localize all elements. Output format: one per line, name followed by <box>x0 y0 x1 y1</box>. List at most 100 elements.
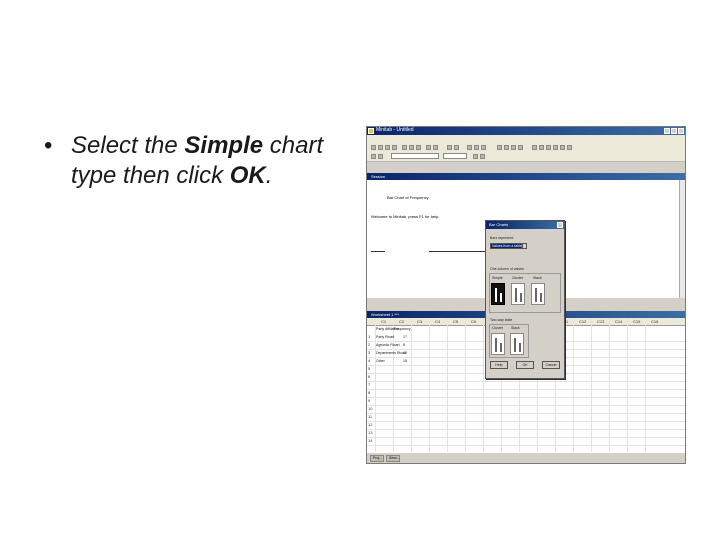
grid-line <box>367 429 685 430</box>
table-cell[interactable]: Departments Ricart <box>376 351 406 355</box>
bars-represent-label: Bars represent: <box>490 236 514 240</box>
cancel-button[interactable]: Cancel <box>542 361 560 369</box>
toolbar-icon[interactable] <box>497 145 502 150</box>
chevron-down-icon[interactable] <box>522 243 527 249</box>
table-cell[interactable]: 12 <box>403 351 407 355</box>
column-header[interactable]: C2 <box>399 318 404 325</box>
worksheet-icon[interactable] <box>474 145 479 150</box>
grid-line <box>367 413 685 414</box>
save-icon[interactable] <box>385 145 390 150</box>
print-icon[interactable] <box>392 145 397 150</box>
grid-line <box>573 318 574 452</box>
maximize-button[interactable] <box>671 128 677 134</box>
table-cell[interactable]: Agnostic Ricart <box>376 343 400 347</box>
toolbar-icon[interactable] <box>560 145 565 150</box>
divider <box>371 251 385 252</box>
chart-type-stack-label: Stack <box>511 326 520 330</box>
toolbar-icon[interactable] <box>378 154 383 159</box>
row-number: 5 <box>368 366 371 371</box>
copy-icon[interactable] <box>409 145 414 150</box>
toolbar-icon[interactable] <box>371 154 376 159</box>
table-cell[interactable]: 17 <box>403 335 407 339</box>
stack-chart-option-2[interactable] <box>510 333 524 355</box>
table-cell[interactable]: Party Ricart <box>376 335 394 339</box>
row-number: 14 <box>368 438 373 443</box>
row-number: 1 <box>368 334 371 339</box>
redo-icon[interactable] <box>433 145 438 150</box>
toolbar-icon[interactable] <box>511 145 516 150</box>
column-header[interactable]: C5 <box>453 318 458 325</box>
row-number: 2 <box>368 342 371 347</box>
session-title: Session <box>371 174 386 179</box>
chart-type-simple-label: Simple <box>492 276 503 280</box>
font-field[interactable] <box>391 153 439 159</box>
app-icon <box>368 128 374 134</box>
toolbar-icon[interactable] <box>546 145 551 150</box>
session-heading: Bar Chart of Frequency <box>387 195 429 200</box>
minimize-button[interactable] <box>664 128 670 134</box>
row-number: 12 <box>368 422 373 427</box>
column-name-cell[interactable]: Frequency <box>394 327 411 331</box>
help-icon[interactable] <box>454 145 459 150</box>
cut-icon[interactable] <box>402 145 407 150</box>
toolbar-icon[interactable] <box>539 145 544 150</box>
column-header[interactable]: C15 <box>633 318 640 325</box>
column-header[interactable]: C4 <box>435 318 440 325</box>
grid-line <box>465 318 466 452</box>
bars-represent-value: Values from a table <box>492 244 522 248</box>
session-scrollbar[interactable] <box>679 180 685 298</box>
project-window-button[interactable]: Proj... <box>370 455 384 462</box>
ok-emphasis: OK <box>229 162 266 189</box>
grid-line <box>483 318 484 452</box>
window-controls <box>664 128 684 134</box>
table-cell[interactable]: 8 <box>403 343 405 347</box>
row-number: 7 <box>368 382 371 387</box>
find-icon[interactable] <box>447 145 452 150</box>
help-button[interactable]: Help <box>490 361 508 369</box>
column-header[interactable]: C3 <box>417 318 422 325</box>
column-header[interactable]: C6 <box>471 318 476 325</box>
chart-type-cluster-label: Cluster <box>512 276 524 280</box>
undo-icon[interactable] <box>426 145 431 150</box>
column-header[interactable]: C13 <box>597 318 604 325</box>
grid-line <box>627 318 628 452</box>
column-header[interactable]: C16 <box>651 318 658 325</box>
column-header[interactable]: C14 <box>615 318 622 325</box>
toolbar-icon[interactable] <box>532 145 537 150</box>
table-cell[interactable]: Other <box>376 359 385 363</box>
open-icon[interactable] <box>378 145 383 150</box>
chart-type-stack-label: Stack <box>533 276 542 280</box>
cluster-chart-option-2[interactable] <box>491 333 505 355</box>
session-titlebar: Session <box>367 173 685 180</box>
app-titlebar: Minitab - Untitled <box>367 127 685 135</box>
toolbar-icon[interactable] <box>553 145 558 150</box>
toolbar-icon[interactable] <box>567 145 572 150</box>
toolbar-icon[interactable] <box>480 154 485 159</box>
app-title: Minitab - Untitled <box>376 127 414 133</box>
stack-chart-option[interactable] <box>531 283 545 305</box>
ok-button[interactable]: OK <box>516 361 534 369</box>
session-window-button[interactable]: Sess... <box>386 455 400 462</box>
bars-represent-select[interactable]: Values from a table <box>490 243 522 249</box>
column-header[interactable]: C12 <box>579 318 586 325</box>
toolbar-icon[interactable] <box>473 154 478 159</box>
session-icon[interactable] <box>467 145 472 150</box>
column-header[interactable]: C1 <box>381 318 386 325</box>
graph-icon[interactable] <box>481 145 486 150</box>
minitab-screenshot: Minitab - Untitled File Edit Data Calc S… <box>366 126 686 464</box>
simple-chart-option[interactable] <box>491 283 505 305</box>
dialog-titlebar: Bar Charts <box>486 221 564 229</box>
grid-line <box>367 405 685 406</box>
close-button[interactable] <box>678 128 684 134</box>
grid-line <box>367 437 685 438</box>
grid-line <box>591 318 592 452</box>
dialog-close-button[interactable] <box>557 222 563 228</box>
cluster-chart-option[interactable] <box>511 283 525 305</box>
table-cell[interactable]: 15 <box>403 359 407 363</box>
toolbar-icon[interactable] <box>518 145 523 150</box>
size-field[interactable] <box>443 153 467 159</box>
toolbar-icon[interactable] <box>504 145 509 150</box>
text-segment: Select the <box>71 132 185 159</box>
paste-icon[interactable] <box>416 145 421 150</box>
new-icon[interactable] <box>371 145 376 150</box>
